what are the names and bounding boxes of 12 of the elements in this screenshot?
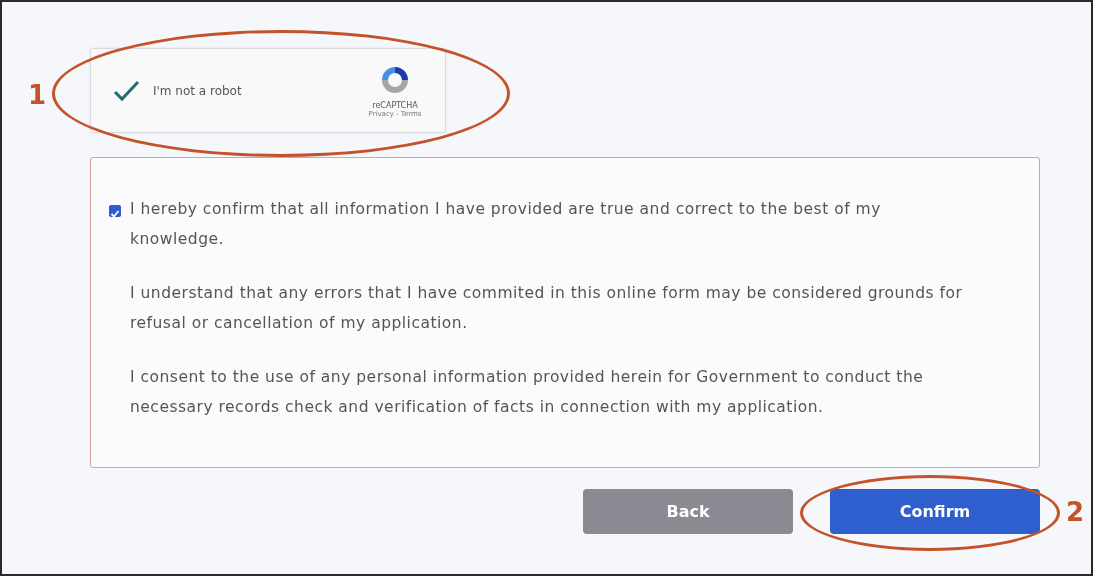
consent-paragraph: I understand that any errors that I have commited in this online form may be considered grounds for refusal or cancellation of my application. [130,283,964,334]
annotation-number: 1 [28,80,47,110]
confirm-button[interactable]: Confirm [830,489,1040,534]
checkbox[interactable] [109,205,121,217]
checkbox-label: I'm not a robot [153,83,243,98]
checkmark-icon [112,78,140,103]
back-button[interactable]: Back [583,489,793,534]
consent-paragraph: I hereby confirm that all information I have provided are true and correct to the best of my knowledge. [130,199,882,250]
consent-paragraph: I consent to the use of any personal information provided herein for Government to conduct the necessary records check and verification of facts in connection with my application. [130,367,925,418]
annotation-number: 2 [1066,497,1085,527]
recaptcha-brand: reCAPTCHA [372,101,418,110]
checkmark-icon [109,208,121,220]
